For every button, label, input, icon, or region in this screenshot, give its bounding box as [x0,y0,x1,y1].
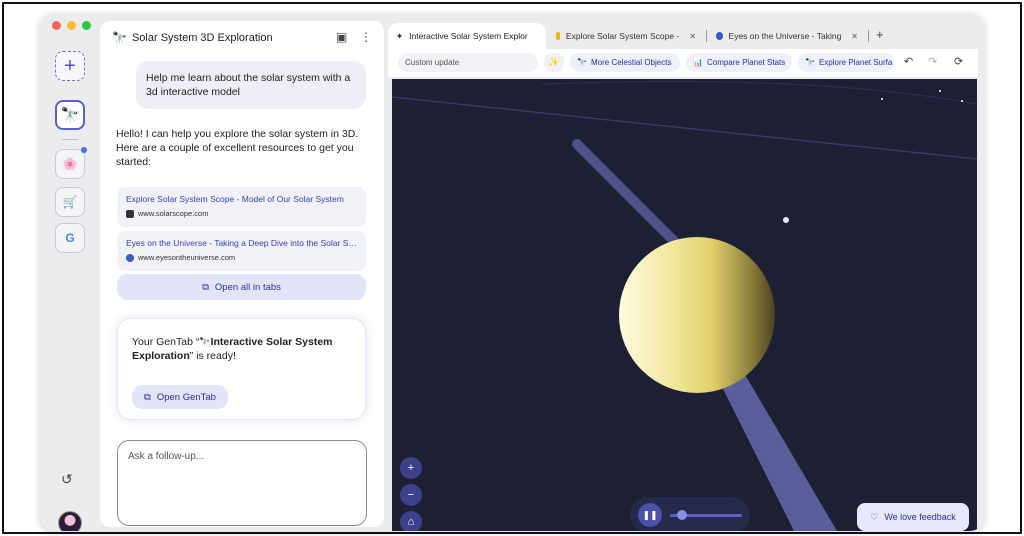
undo-icon[interactable]: ↶ [904,55,913,68]
google-icon: G [65,231,75,245]
telescope-icon: 🔭 [805,58,815,67]
chip-label: More Celestial Objects [590,58,672,67]
cart-icon: 🛒 [62,195,78,209]
open-external-icon: ⧉ [144,391,151,403]
solar-system-gentab-button[interactable]: 🔭 [55,100,85,130]
chip-label: Explore Planet Surfa [818,58,893,67]
open-all-label: Open all in tabs [214,281,281,293]
playback-controls: ❚❚ [630,497,750,531]
magic-wand-icon[interactable]: ✨ [544,53,564,72]
split-view-icon[interactable]: ▣ [336,30,347,44]
tab-title: Eyes on the Universe - Taking [728,31,842,41]
gentab-message: Your GenTab “🔭Interactive Solar System E… [132,336,333,362]
link-card[interactable]: Explore Solar System Scope - Model of Ou… [117,187,366,227]
chip-explore-planet-surface[interactable]: 🔭 Explore Planet Surfa [798,53,894,72]
minimize-window-button[interactable] [67,21,76,30]
orbit-line [541,81,977,105]
small-moon[interactable] [783,217,789,223]
window-controls [52,21,91,30]
left-rail: + 🔭 🌸 🛒 G ↺ [40,35,100,531]
rail-divider [62,139,78,140]
maximize-window-button[interactable] [82,21,91,30]
chip-more-celestial-objects[interactable]: 🔭 More Celestial Objects [570,53,680,72]
nasa-icon [126,253,134,262]
telescope-icon: 🔭 [60,107,80,124]
chat-title: Solar System 3D Exploration [131,32,273,44]
telescope-icon: 🔭 [112,31,127,45]
followup-placeholder: Ask a follow-up... [128,451,205,462]
feedback-label: We love feedback [884,512,956,522]
zoom-out-button[interactable]: − [400,484,422,506]
redo-icon[interactable]: ↷ [928,55,937,68]
telescope-icon: 🔭 [199,337,211,347]
orbit-trail [572,139,687,254]
tab-separator [706,30,707,42]
open-gentab-button[interactable]: ⧉ Open GenTab [132,385,228,409]
browser-window: + 🔭 🌸 🛒 G ↺ 🔭 Solar System 3D Exploratio… [40,13,984,531]
avatar[interactable] [58,511,82,531]
user-message: Help me learn about the solar system wit… [136,61,366,109]
assistant-message: Hello! I can help you explore the solar … [116,128,359,168]
link-url: www.eyesontheuniverse.com [138,253,236,262]
solar-scope-icon [126,209,134,218]
tab-separator [868,30,869,42]
shopping-app-button[interactable]: 🛒 [55,187,85,217]
pause-button[interactable]: ❚❚ [638,503,662,527]
history-icon[interactable]: ↺ [61,471,73,488]
notification-dot [81,147,87,153]
telescope-icon: 🔭 [577,58,587,67]
link-card[interactable]: Eyes on the Universe - Taking a Deep Div… [117,231,366,271]
close-window-button[interactable] [52,21,61,30]
refresh-icon[interactable]: ⟳ [954,55,963,68]
sparkle-icon: ✦ [396,30,404,41]
tab-title: Explore Solar System Scope - [565,31,680,41]
zoom-in-icon: + [407,462,415,474]
feedback-button[interactable]: ♡ We love feedback [857,503,969,531]
followup-input[interactable]: Ask a follow-up... [117,440,367,526]
scene-canvas [392,81,977,531]
tab-interactive-solar-system[interactable]: ✦ Interactive Solar System Explor [388,23,546,49]
link-title: Explore Solar System Scope - Model of Ou… [126,194,344,204]
tab-title: Interactive Solar System Explor [409,31,528,41]
open-external-icon: ⧉ [202,281,209,293]
link-url: www.solarscope.com [138,209,209,218]
more-options-icon[interactable]: ⋮ [360,30,372,44]
new-tab-icon[interactable]: + [876,27,884,42]
chat-panel: 🔭 Solar System 3D Exploration ▣ ⋮ Help m… [100,21,384,527]
chart-icon: 📊 [693,58,703,67]
chip-compare-planet-stats[interactable]: 📊 Compare Planet Stats [686,53,792,72]
tab-eyes-on-universe[interactable]: Eyes on the Universe - Taking ✕ [708,23,866,49]
link-title: Eyes on the Universe - Taking a Deep Div… [126,238,357,248]
new-gentab-button[interactable]: + [55,51,85,81]
planet[interactable] [619,237,775,393]
gentab-ready-card: Your GenTab “🔭Interactive Solar System E… [117,318,366,420]
open-all-in-tabs-button[interactable]: ⧉ Open all in tabs [117,274,366,300]
gentab-toolbar: ✨ 🔭 More Celestial Objects 📊 Compare Pla… [388,49,978,77]
chip-label: Compare Planet Stats [706,58,786,67]
solar-scope-icon [556,32,560,40]
star [939,90,941,92]
zoom-in-button[interactable]: + [400,457,422,479]
nasa-icon [716,32,723,40]
tab-solar-system-scope[interactable]: Explore Solar System Scope - ✕ [548,23,704,49]
pause-icon: ❚❚ [642,509,658,520]
home-icon: ⌂ [407,516,415,528]
orbit-line [392,96,977,160]
google-app-button[interactable]: G [55,223,85,253]
star [961,100,963,102]
solar-system-viewport[interactable]: + − ⌂ ❚❚ ♡ We love feedback [392,79,977,531]
tab-strip: ✦ Interactive Solar System Explor Explor… [388,21,984,51]
close-tab-icon[interactable]: ✕ [689,32,696,41]
heart-icon: ♡ [870,511,879,522]
flower-app-button[interactable]: 🌸 [55,147,87,179]
close-tab-icon[interactable]: ✕ [851,32,858,41]
timeline-slider[interactable] [670,510,742,520]
timeline-knob[interactable] [677,510,688,520]
flower-icon: 🌸 [62,157,78,171]
home-button[interactable]: ⌂ [400,511,422,531]
open-gentab-label: Open GenTab [156,391,216,403]
custom-update-input[interactable] [398,53,538,72]
zoom-out-icon: − [407,489,415,501]
star [881,98,883,100]
